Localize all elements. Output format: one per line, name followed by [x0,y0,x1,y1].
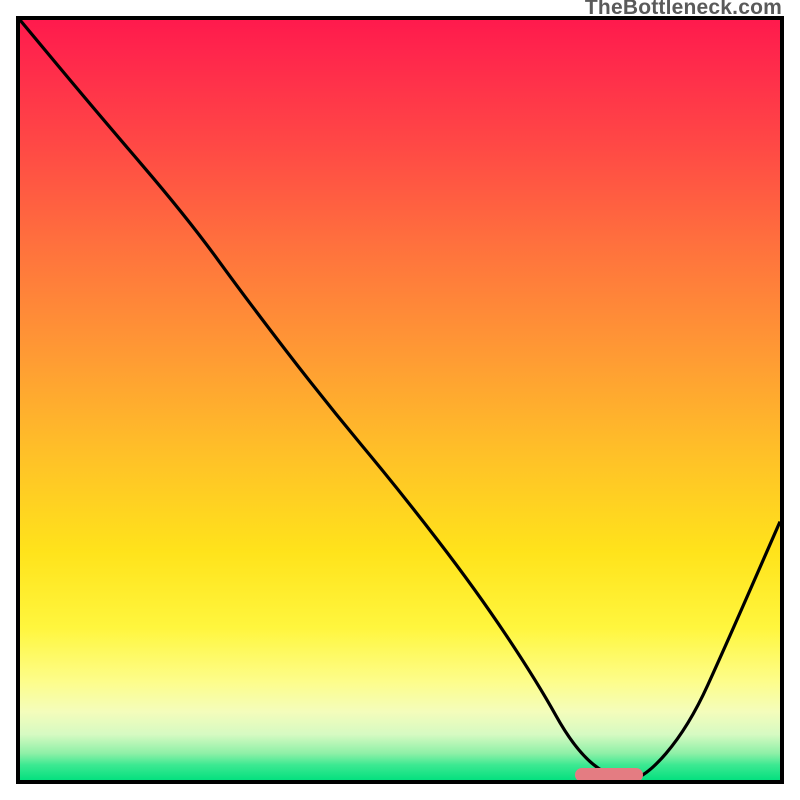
curve-layer [20,20,780,780]
bottleneck-chart: TheBottleneck.com [0,0,800,800]
plot-area [16,16,784,784]
optimal-range-marker [575,768,643,782]
bottleneck-curve [20,20,780,780]
